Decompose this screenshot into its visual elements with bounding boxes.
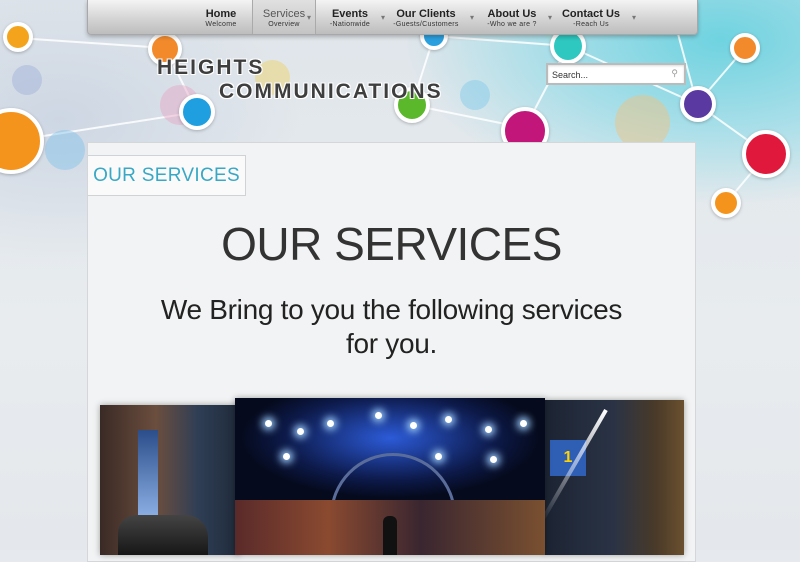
nav-home-label: Home <box>205 8 237 20</box>
stage-light <box>410 422 417 429</box>
nav-contact-us[interactable]: Contact Us -Reach Us ▾ <box>556 0 636 34</box>
stage-light <box>327 420 334 427</box>
nav-services[interactable]: Services Overview ▾ <box>252 0 316 34</box>
stage-light <box>445 416 452 423</box>
performer <box>383 516 397 555</box>
nav-about-us-sublabel: -Who we are ? <box>487 21 537 28</box>
main-nav: Home Welcome Services Overview ▾ Events … <box>87 0 698 35</box>
stage-light <box>375 412 382 419</box>
stage-light <box>490 456 497 463</box>
banner-stand <box>138 430 158 520</box>
chevron-down-icon: ▾ <box>547 13 552 22</box>
page-title: OUR SERVICES <box>221 218 562 270</box>
stage-light <box>435 453 442 460</box>
nav-our-clients[interactable]: Our Clients -Guests/Customers ▾ <box>386 0 474 34</box>
nav-our-clients-label: Our Clients <box>396 8 456 20</box>
chevron-down-icon: ▾ <box>380 13 385 22</box>
site-logo-line2[interactable]: COMMUNICATIONS <box>219 80 443 104</box>
search-box: ⚲ <box>546 63 686 85</box>
stage-light <box>520 420 527 427</box>
nav-home-sublabel: Welcome <box>205 21 237 28</box>
search-input[interactable] <box>548 66 664 84</box>
nav-about-us-label: About Us <box>487 8 537 20</box>
chevron-down-icon: ▾ <box>631 13 636 22</box>
car-image <box>118 515 208 555</box>
stage-light <box>485 426 492 433</box>
nav-home[interactable]: Home Welcome <box>196 0 246 34</box>
services-photo-outdoor-event[interactable]: 1 <box>544 400 684 555</box>
nav-contact-us-sublabel: -Reach Us <box>573 21 609 28</box>
nav-our-clients-sublabel: -Guests/Customers <box>393 21 459 28</box>
services-photo-stage-concert[interactable] <box>235 398 545 555</box>
chevron-down-icon: ▾ <box>469 13 474 22</box>
lead-text: We Bring to you the following services f… <box>160 294 623 359</box>
nav-events[interactable]: Events -Nationwide ▾ <box>321 0 385 34</box>
chevron-down-icon: ▾ <box>306 13 311 22</box>
nav-services-label: Services <box>262 8 306 20</box>
nav-events-label: Events <box>331 8 369 20</box>
search-icon[interactable]: ⚲ <box>671 68 678 79</box>
nav-about-us[interactable]: About Us -Who we are ? ▾ <box>480 0 552 34</box>
stage-light <box>297 428 304 435</box>
nav-services-sublabel: Overview <box>268 21 300 28</box>
services-photo-car-showroom[interactable] <box>100 405 240 555</box>
stage-light <box>283 453 290 460</box>
nav-events-sublabel: -Nationwide <box>329 21 371 28</box>
nav-contact-us-label: Contact Us <box>561 8 621 20</box>
stage-light <box>265 420 272 427</box>
site-logo-line1[interactable]: HEIGHTS <box>157 56 264 80</box>
section-tab: OUR SERVICES <box>88 155 246 196</box>
